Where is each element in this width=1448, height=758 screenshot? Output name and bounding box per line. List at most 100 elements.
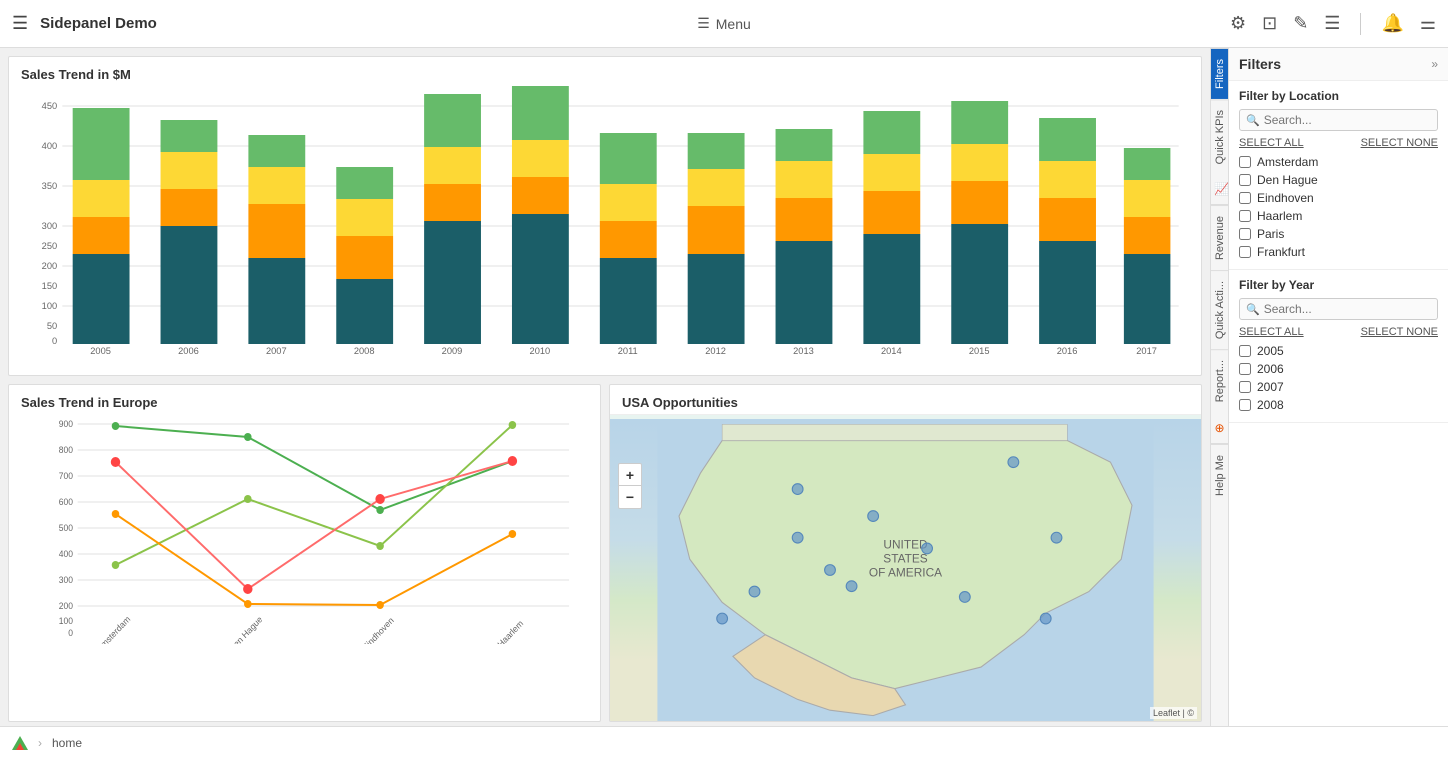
svg-text:2017: 2017 [1136,346,1157,356]
location-label-denhague: Den Hague [1257,173,1318,187]
tab-help[interactable]: Help Me [1211,444,1228,506]
year-check-2005[interactable] [1239,345,1251,357]
app-title: Sidepanel Demo [40,15,157,32]
svg-text:2016: 2016 [1057,346,1078,356]
settings-icon[interactable]: ⚙ [1230,13,1246,34]
location-item-paris[interactable]: Paris [1239,225,1438,243]
tab-quick-kpis[interactable]: Quick KPIs [1211,99,1228,174]
svg-text:STATES: STATES [883,551,927,565]
location-search[interactable]: 🔍 [1239,109,1438,131]
hamburger-icon[interactable]: ☰ [12,13,28,34]
location-item-denhague[interactable]: Den Hague [1239,171,1438,189]
year-select-none[interactable]: SELECT NONE [1361,326,1438,338]
location-check-frankfurt[interactable] [1239,246,1251,258]
svg-text:UNITED: UNITED [883,537,927,551]
location-item-amsterdam[interactable]: Amsterdam [1239,153,1438,171]
svg-text:2014: 2014 [881,346,902,356]
location-label-eindhoven: Eindhoven [1257,191,1314,205]
svg-text:50: 50 [47,321,57,331]
tab-quick-actions[interactable]: Quick Acti... [1211,270,1228,349]
expand-button[interactable]: » [1431,57,1438,71]
svg-text:100: 100 [59,616,73,626]
tab-help-icon[interactable]: ⊕ [1211,413,1228,444]
map-title: USA Opportunities [610,385,1201,415]
location-item-eindhoven[interactable]: Eindhoven [1239,189,1438,207]
sales-trend-chart: Sales Trend in $M 450 400 350 300 250 [8,56,1202,376]
year-label-2007: 2007 [1257,380,1284,394]
sidebar-tabs: Filters Quick KPIs 📈 Revenue Quick Acti.… [1210,48,1228,726]
location-check-denhague[interactable] [1239,174,1251,186]
map-svg: UNITED STATES OF AMERICA [610,419,1201,721]
year-label-2005: 2005 [1257,344,1284,358]
svg-text:2013: 2013 [793,346,814,356]
main-layout: Sales Trend in $M 450 400 350 300 250 [0,48,1448,726]
location-select-none[interactable]: SELECT NONE [1361,137,1438,149]
year-item-2006[interactable]: 2006 [1239,360,1438,378]
year-check-2006[interactable] [1239,363,1251,375]
location-item-frankfurt[interactable]: Frankfurt [1239,243,1438,261]
year-search[interactable]: 🔍 [1239,298,1438,320]
svg-text:2005: 2005 [90,346,111,356]
camera-icon[interactable]: ⊡ [1262,13,1277,34]
breadcrumb: › home [12,736,82,750]
list-icon[interactable]: ☰ [1324,13,1340,34]
edit-icon[interactable]: ✎ [1293,13,1308,34]
breadcrumb-separator: › [38,736,42,750]
svg-text:OF AMERICA: OF AMERICA [869,565,942,579]
svg-text:300: 300 [42,221,58,231]
tab-revenue[interactable]: Revenue [1211,205,1228,270]
location-select-all[interactable]: SELECT ALL [1239,137,1304,149]
map-zoom-controls[interactable]: + − [618,463,642,509]
app-logo-icon [12,736,28,750]
right-panel: Filters » Filter by Location 🔍 SELECT AL… [1228,48,1448,726]
svg-text:700: 700 [59,471,73,481]
tab-revenue-icon[interactable]: 📈 [1211,174,1228,205]
year-search-input[interactable] [1264,302,1431,316]
location-check-paris[interactable] [1239,228,1251,240]
location-search-input[interactable] [1264,113,1431,127]
svg-text:100: 100 [42,301,58,311]
year-select-row: SELECT ALL SELECT NONE [1239,326,1438,338]
tab-filters[interactable]: Filters [1211,48,1228,99]
svg-text:150: 150 [42,281,58,291]
location-check-eindhoven[interactable] [1239,192,1251,204]
tab-report[interactable]: Report... [1211,349,1228,412]
map-chart: USA Opportunities UNITED STA [609,384,1202,722]
svg-text:2011: 2011 [618,346,638,356]
bell-icon[interactable]: 🔔 [1381,13,1403,34]
year-item-2005[interactable]: 2005 [1239,342,1438,360]
svg-text:250: 250 [42,241,58,251]
map-body: UNITED STATES OF AMERICA [610,419,1201,721]
year-item-2007[interactable]: 2007 [1239,378,1438,396]
year-check-2007[interactable] [1239,381,1251,393]
menu-icon: ☰ [697,15,710,32]
nav-icons: ⚙ ⊡ ✎ ☰ 🔔 ⚌ [1230,13,1436,35]
panel-header: Filters » [1229,48,1448,81]
location-select-row: SELECT ALL SELECT NONE [1239,137,1438,149]
svg-text:2015: 2015 [969,346,990,356]
svg-text:500: 500 [59,523,73,533]
svg-text:350: 350 [42,181,58,191]
year-select-all[interactable]: SELECT ALL [1239,326,1304,338]
location-item-haarlem[interactable]: Haarlem [1239,207,1438,225]
location-filter-section: Filter by Location 🔍 SELECT ALL SELECT N… [1229,81,1448,270]
year-filter-section: Filter by Year 🔍 SELECT ALL SELECT NONE … [1229,270,1448,423]
panel-title: Filters [1239,56,1281,72]
zoom-out-button[interactable]: − [619,486,641,508]
sliders-icon[interactable]: ⚌ [1420,13,1436,34]
line-chart-svg: 900 800 700 600 500 400 300 200 100 0 Am… [21,414,588,644]
location-check-amsterdam[interactable] [1239,156,1251,168]
svg-text:Eindhoven: Eindhoven [360,615,395,644]
year-check-2008[interactable] [1239,399,1251,411]
home-link[interactable]: home [52,736,82,750]
svg-text:200: 200 [42,261,58,271]
location-check-haarlem[interactable] [1239,210,1251,222]
zoom-in-button[interactable]: + [619,464,641,486]
menu-button[interactable]: ☰ Menu [697,15,751,32]
charts-bottom: Sales Trend in Europe 900 800 700 600 [8,384,1202,722]
year-filter-title: Filter by Year [1239,278,1438,292]
year-item-2008[interactable]: 2008 [1239,396,1438,414]
svg-text:2010: 2010 [530,346,551,356]
top-navbar: ☰ Sidepanel Demo ☰ Menu ⚙ ⊡ ✎ ☰ 🔔 ⚌ [0,0,1448,48]
svg-text:400: 400 [42,141,58,151]
